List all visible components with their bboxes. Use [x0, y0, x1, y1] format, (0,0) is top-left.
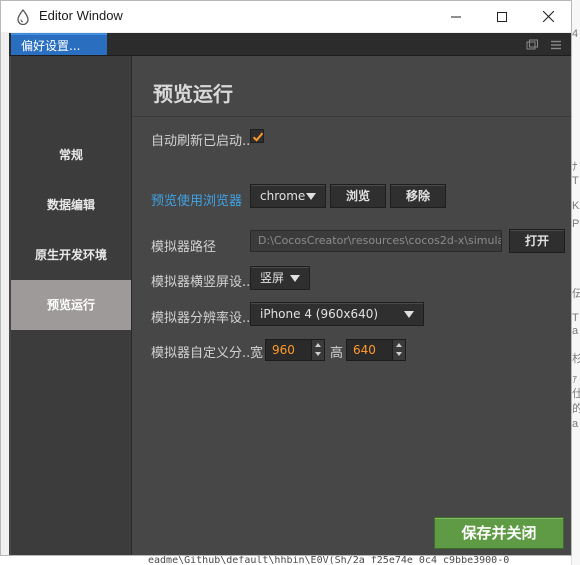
chevron-down-icon	[290, 275, 300, 282]
resolution-select[interactable]: iPhone 4 (960x640)	[250, 302, 424, 326]
background-text: ﾅ	[572, 161, 578, 173]
orientation-select[interactable]: 竖屏	[250, 266, 310, 290]
tab-preferences[interactable]: 偏好设置...	[11, 33, 107, 55]
stepper-up-icon[interactable]	[396, 343, 402, 347]
background-text: P	[572, 218, 580, 230]
divider	[132, 116, 571, 117]
width-value: 960	[272, 343, 295, 357]
preferences-sidebar: 常规 数据编辑 原生开发环境 预览运行	[11, 56, 132, 555]
page-title: 预览运行	[153, 82, 233, 106]
background-window-edge: 4 ﾅ T K P 伝 T a 杉 ｧ 仕 的 a	[571, 0, 580, 565]
stepper-up-icon[interactable]	[315, 343, 321, 347]
background-text: 仕	[572, 388, 580, 400]
height-label: 高	[330, 346, 344, 361]
menu-icon[interactable]	[549, 37, 563, 51]
sidebar-item-native-env[interactable]: 原生开发环境	[11, 230, 131, 280]
browser-select[interactable]: chrome	[250, 184, 326, 208]
background-text: ｧ	[572, 373, 578, 385]
auto-refresh-checkbox[interactable]	[250, 129, 264, 143]
editor-area: 偏好设置... 常规 数据编辑 原生开发环境 预览运行 预览运行 自动刷新已启动…	[9, 33, 571, 555]
height-value: 640	[353, 343, 376, 357]
background-text: 4	[572, 28, 579, 40]
height-stepper[interactable]	[392, 340, 405, 360]
browser-select-value: chrome	[260, 189, 306, 203]
background-text: a	[572, 325, 579, 337]
resolution-label: 模拟器分辨率设..	[151, 311, 251, 326]
simulator-path-label: 模拟器路径	[151, 240, 217, 255]
resolution-select-value: iPhone 4 (960x640)	[260, 307, 379, 321]
popout-icon[interactable]	[525, 37, 539, 51]
background-text: 伝	[572, 288, 580, 300]
remove-button[interactable]: 移除	[390, 184, 446, 208]
save-and-close-button[interactable]: 保存并关闭	[434, 517, 564, 549]
width-stepper[interactable]	[311, 340, 324, 360]
background-text: T	[572, 175, 579, 187]
background-text: a	[572, 418, 579, 430]
height-input[interactable]: 640	[346, 339, 406, 361]
sidebar-item-general[interactable]: 常规	[11, 130, 131, 180]
chevron-down-icon	[306, 193, 316, 200]
window-title: Editor Window	[39, 8, 123, 23]
width-label: 宽	[250, 346, 264, 361]
chevron-down-icon	[404, 311, 414, 318]
stepper-down-icon[interactable]	[315, 352, 321, 356]
editor-window: Editor Window 偏好设置... 常规 数据编辑 原生开发环境 预览运…	[0, 0, 572, 556]
minimize-button[interactable]	[433, 1, 479, 32]
sidebar-item-data-editing[interactable]: 数据编辑	[11, 180, 131, 230]
maximize-icon	[497, 11, 507, 22]
background-text: 的	[572, 403, 580, 415]
browse-button[interactable]: 浏览	[330, 184, 386, 208]
simulator-path-field[interactable]: D:\CocosCreator\resources\cocos2d-x\simu…	[250, 230, 502, 252]
orientation-select-value: 竖屏	[260, 271, 285, 285]
sidebar-item-preview-run[interactable]: 预览运行	[11, 280, 131, 330]
background-text: K	[572, 200, 580, 212]
width-input[interactable]: 960	[265, 339, 325, 361]
background-text: T	[572, 312, 579, 324]
maximize-button[interactable]	[479, 1, 525, 32]
open-button[interactable]: 打开	[509, 229, 565, 253]
auto-refresh-label: 自动刷新已启动..	[151, 134, 251, 149]
title-bar[interactable]: Editor Window	[1, 1, 571, 32]
minimize-icon	[451, 16, 461, 17]
background-text: 杉	[572, 353, 580, 365]
browser-label-link[interactable]: 预览使用浏览器	[151, 190, 242, 209]
app-drop-icon	[16, 8, 30, 26]
background-status-text: eadme\Github\default\hhbin\E0V(Sh/2a f25…	[148, 556, 510, 565]
close-icon	[542, 11, 554, 22]
stepper-down-icon[interactable]	[396, 352, 402, 356]
custom-resolution-label: 模拟器自定义分..	[151, 346, 251, 361]
checkmark-icon	[252, 132, 264, 142]
tab-bar: 偏好设置...	[9, 33, 571, 56]
orientation-label: 模拟器横竖屏设..	[151, 275, 251, 290]
close-button[interactable]	[525, 1, 571, 32]
preferences-content: 预览运行 自动刷新已启动.. 预览使用浏览器 chrome 浏览 移除 模拟器路…	[132, 56, 571, 555]
